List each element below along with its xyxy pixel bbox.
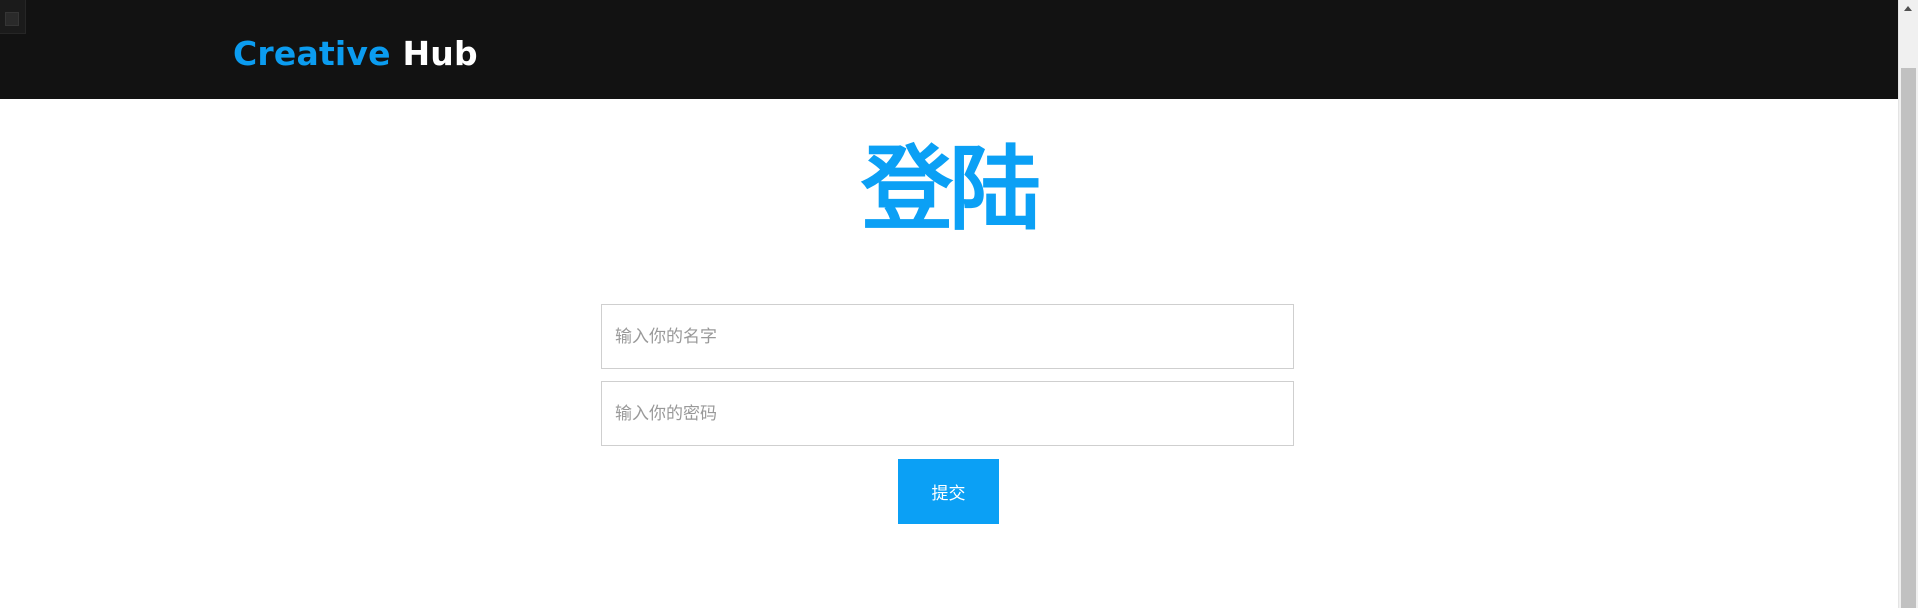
- brand-secondary-text: Hub: [402, 34, 478, 73]
- scroll-up-arrow-icon[interactable]: [1899, 0, 1918, 17]
- password-input[interactable]: [601, 381, 1294, 446]
- browser-viewport: 登陆 Creative Hub 提交: [0, 0, 1898, 608]
- vertical-scrollbar[interactable]: [1898, 0, 1918, 608]
- scroll-thumb[interactable]: [1901, 68, 1916, 608]
- name-input[interactable]: [601, 304, 1294, 369]
- submit-button[interactable]: 提交: [898, 459, 999, 524]
- corner-placeholder: [0, 0, 26, 34]
- top-navbar: Creative Hub: [0, 0, 1898, 99]
- brand-logo[interactable]: Creative Hub: [233, 28, 478, 80]
- broken-image-icon: [5, 12, 19, 26]
- brand-primary-text: Creative: [233, 34, 391, 73]
- page-title: 登陆: [860, 135, 1041, 243]
